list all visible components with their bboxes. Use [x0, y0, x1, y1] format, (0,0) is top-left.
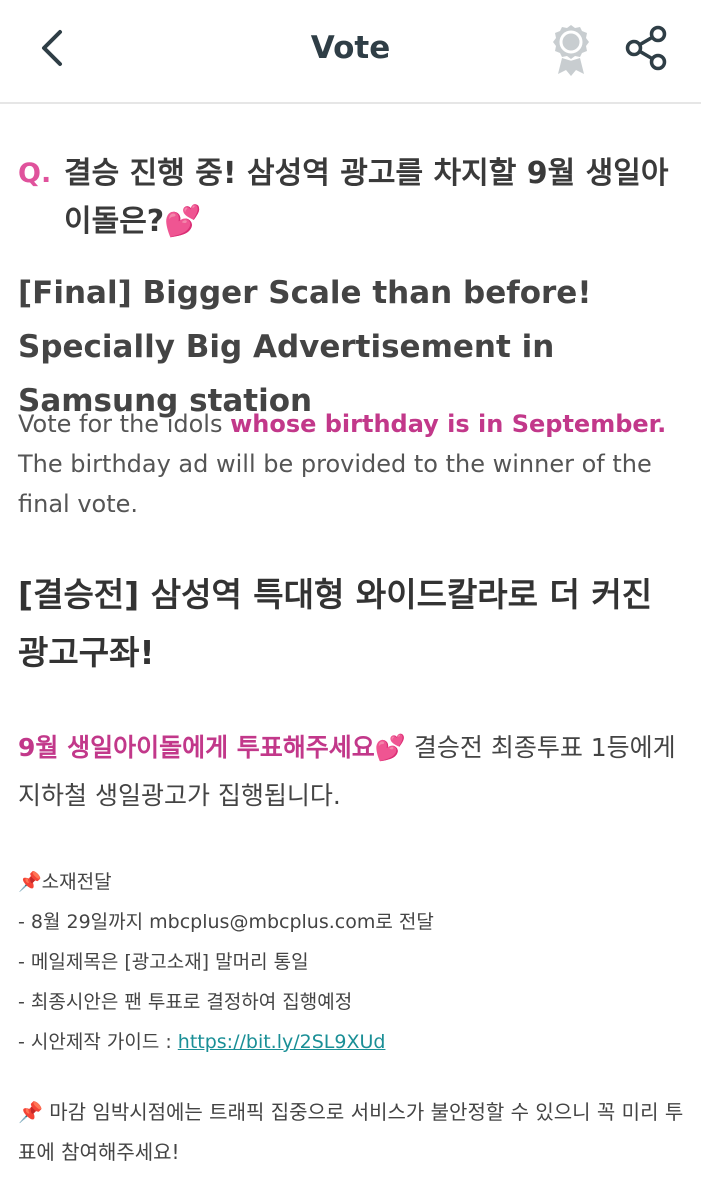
- description-english-end: The birthday ad will be provided to the …: [18, 450, 652, 518]
- question-mark-label: Q.: [18, 158, 52, 189]
- description-korean-highlight: 9월 생일아이돌에게 투표해주세요💕: [18, 733, 406, 762]
- share-icon: [625, 25, 667, 71]
- description-english-start: Vote for the idols: [18, 410, 231, 438]
- submission-notes: 📌소재전달 - 8월 29일까지 mbcplus@mbcplus.com로 전달…: [18, 862, 688, 1062]
- notes-item: - 메일제목은 [광고소재] 말머리 통일: [18, 951, 309, 973]
- description-english: Vote for the idols whose birthday is in …: [18, 404, 688, 524]
- notes-item: - 최종시안은 팬 투표로 결정하여 집행예정: [18, 991, 353, 1013]
- notes-item: - 8월 29일까지 mbcplus@mbcplus.com로 전달: [18, 911, 434, 933]
- notes-guide: - 시안제작 가이드 : https://bit.ly/2SL9XUd: [18, 1022, 688, 1062]
- share-button[interactable]: [620, 22, 672, 74]
- notes-heading: 📌소재전달: [18, 871, 112, 893]
- app-header: Vote: [0, 0, 701, 104]
- description-korean: 9월 생일아이돌에게 투표해주세요💕 결승전 최종투표 1등에게 지하철 생일광…: [18, 724, 688, 820]
- traffic-notice: 📌 마감 임박시점에는 트래픽 집중으로 서비스가 불안정할 수 있으니 꼭 미…: [18, 1100, 684, 1164]
- guide-label: - 시안제작 가이드 :: [18, 1031, 178, 1053]
- question-title-korean: 결승 진행 중! 삼성역 광고를 차지할 9월 생일아이돌은?💕: [64, 156, 669, 239]
- award-badge-button[interactable]: [545, 22, 597, 78]
- guide-link[interactable]: https://bit.ly/2SL9XUd: [178, 1031, 386, 1053]
- award-badge-icon: [553, 25, 589, 76]
- section-title-korean: [결승전] 삼성역 특대형 와이드칼라로 더 커진 광고구좌!: [18, 575, 653, 672]
- description-english-highlight: whose birthday is in September.: [230, 410, 667, 438]
